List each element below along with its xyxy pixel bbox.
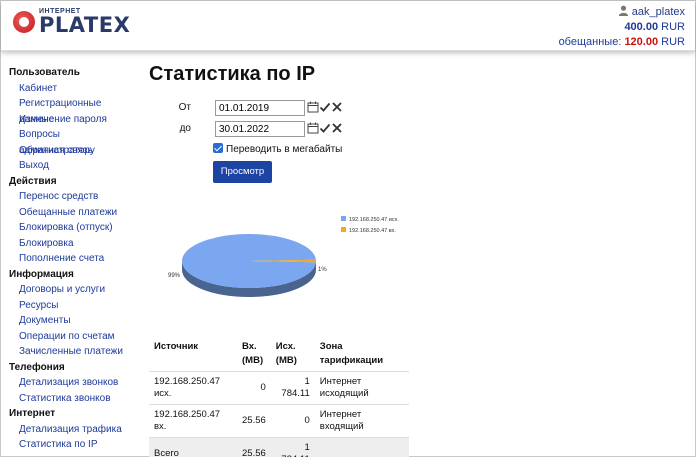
- sidebar-item-call-details[interactable]: Детализация звонков: [9, 375, 134, 391]
- sidebar-item-registration[interactable]: Регистрационные данные: [9, 96, 134, 125]
- date-to-input[interactable]: [215, 121, 305, 137]
- sidebar-section-title: Пользователь: [9, 67, 80, 78]
- promise-currency: RUR: [661, 36, 685, 48]
- sidebar-item-block[interactable]: Блокировка: [9, 236, 134, 252]
- sidebar-section-title: Информация: [9, 268, 74, 280]
- convert-mb-row[interactable]: Переводить в мегабайты: [213, 143, 342, 155]
- cell-in: 0: [237, 371, 271, 405]
- sidebar-item-call-stats[interactable]: Статистика звонков: [9, 391, 134, 407]
- promise-value: 120.00: [624, 36, 659, 48]
- balance-currency: RUR: [661, 21, 685, 33]
- table-row: 192.168.250.47 вх. 25.56 0 Интернет вход…: [149, 404, 409, 438]
- cell-source: 192.168.250.47 вх.: [149, 404, 237, 438]
- cell-out: 0: [270, 404, 315, 438]
- total-label: Всего: [149, 437, 237, 457]
- calendar-icon[interactable]: [307, 122, 319, 134]
- col-in: Вх. (MB): [242, 341, 264, 366]
- sidebar-item-transfer[interactable]: Перенос средств: [9, 189, 134, 205]
- col-out: Исх. (MB): [275, 341, 297, 366]
- pie-label-inbound: 1%: [318, 267, 327, 273]
- sidebar-item-vacation-block[interactable]: Блокировка (отпуск): [9, 220, 134, 236]
- date-from-row: От: [151, 100, 351, 116]
- cell-in: 25.56: [237, 404, 271, 438]
- sidebar-item-admin-questions[interactable]: Вопросы администратору: [9, 127, 134, 156]
- check-icon[interactable]: [319, 122, 331, 134]
- cell-out: 1 784.11: [270, 371, 315, 405]
- sidebar-item-feedback[interactable]: Обратная связь: [9, 143, 134, 159]
- col-source: Источник: [154, 341, 199, 352]
- legend-label: 192.168.250.47 вх.: [349, 228, 396, 234]
- total-zone: [314, 437, 409, 457]
- sidebar-item-documents[interactable]: Документы: [9, 313, 134, 329]
- sidebar-section-title: Телефония: [9, 361, 65, 373]
- calendar-icon[interactable]: [307, 101, 319, 113]
- sidebar-section-internet: Интернет Детализация трафика Статистика …: [9, 406, 134, 453]
- sidebar-item-contracts[interactable]: Договоры и услуги: [9, 282, 134, 298]
- page-title: Статистика по IP: [149, 63, 316, 85]
- platex-logo[interactable]: ИНТЕРНЕТ PLATEX: [13, 8, 143, 40]
- account-summary: aak_platex 400.00 RUR обещанные: 120.00 …: [559, 5, 685, 50]
- sidebar-item-change-password[interactable]: Изменение пароля: [9, 112, 134, 128]
- sidebar-item-credited-payments[interactable]: Зачисленные платежи: [9, 344, 134, 360]
- balance-value: 400.00: [624, 21, 659, 33]
- clear-icon[interactable]: [331, 122, 343, 134]
- cell-zone: Интернет входящий: [314, 404, 409, 438]
- cell-source: 192.168.250.47 исх.: [149, 371, 237, 405]
- sidebar-section-telephony: Телефония Детализация звонков Статистика…: [9, 360, 134, 407]
- legend-label: 192.168.250.47 исх.: [349, 217, 399, 223]
- convert-mb-label: Переводить в мегабайты: [226, 144, 343, 155]
- sidebar-item-logout[interactable]: Выход: [9, 158, 134, 174]
- sidebar-section-title: Действия: [9, 175, 57, 187]
- balance-row: 400.00 RUR: [559, 20, 685, 35]
- col-zone: Зона тарификации: [319, 341, 384, 366]
- user-row[interactable]: aak_platex: [559, 5, 685, 20]
- promise-row: обещанные: 120.00 RUR: [559, 35, 685, 50]
- sidebar-item-cabinet[interactable]: Кабинет: [9, 81, 134, 97]
- table-total-row: Всего 25.56 1 784.11: [149, 437, 409, 457]
- total-out: 1 784.11: [270, 437, 315, 457]
- date-from-label: От: [178, 102, 191, 113]
- sidebar-item-promised-payments[interactable]: Обещанные платежи: [9, 205, 134, 221]
- logo-mark-icon: [13, 11, 35, 33]
- sidebar-item-account-operations[interactable]: Операции по счетам: [9, 329, 134, 345]
- clear-icon[interactable]: [331, 101, 343, 113]
- top-header: ИНТЕРНЕТ PLATEX aak_platex 400.00 RUR об…: [1, 1, 695, 51]
- date-to-row: до: [151, 121, 351, 137]
- traffic-pie-chart: 99% 1%: [168, 234, 327, 297]
- user-icon: [618, 5, 628, 16]
- sidebar-section-info: Информация Договоры и услуги Ресурсы Док…: [9, 267, 134, 360]
- sidebar-section-actions: Действия Перенос средств Обещанные плате…: [9, 174, 134, 267]
- sidebar-nav: Пользователь Кабинет Регистрационные дан…: [9, 65, 134, 453]
- date-to-label: до: [179, 123, 191, 134]
- sidebar-item-ip-stats[interactable]: Статистика по IP: [9, 437, 134, 453]
- promise-label: обещанные:: [558, 36, 622, 48]
- stats-table: Источник Вх. (MB) Исх. (MB) Зона тарифик…: [149, 337, 409, 457]
- cell-zone: Интернет исходящий: [314, 371, 409, 405]
- convert-mb-checkbox[interactable]: [213, 143, 223, 153]
- pie-label-outbound: 99%: [168, 273, 181, 279]
- sidebar-item-traffic-details[interactable]: Детализация трафика: [9, 422, 134, 438]
- logo-name: PLATEX: [39, 13, 131, 37]
- sidebar-item-top-up[interactable]: Пополнение счета: [9, 251, 134, 267]
- sidebar-section-title: Интернет: [9, 408, 56, 419]
- sidebar-item-resources[interactable]: Ресурсы: [9, 298, 134, 314]
- table-row: 192.168.250.47 исх. 0 1 784.11 Интернет …: [149, 371, 409, 405]
- main-content: Статистика по IP: [149, 63, 315, 86]
- sidebar-section-user: Пользователь Кабинет Регистрационные дан…: [9, 65, 134, 174]
- date-from-input[interactable]: [215, 100, 305, 116]
- check-icon[interactable]: [319, 101, 331, 113]
- table-header-row: Источник Вх. (MB) Исх. (MB) Зона тарифик…: [149, 337, 409, 372]
- total-in: 25.56: [237, 437, 271, 457]
- username: aak_platex: [631, 6, 685, 18]
- view-button[interactable]: Просмотр: [213, 161, 272, 183]
